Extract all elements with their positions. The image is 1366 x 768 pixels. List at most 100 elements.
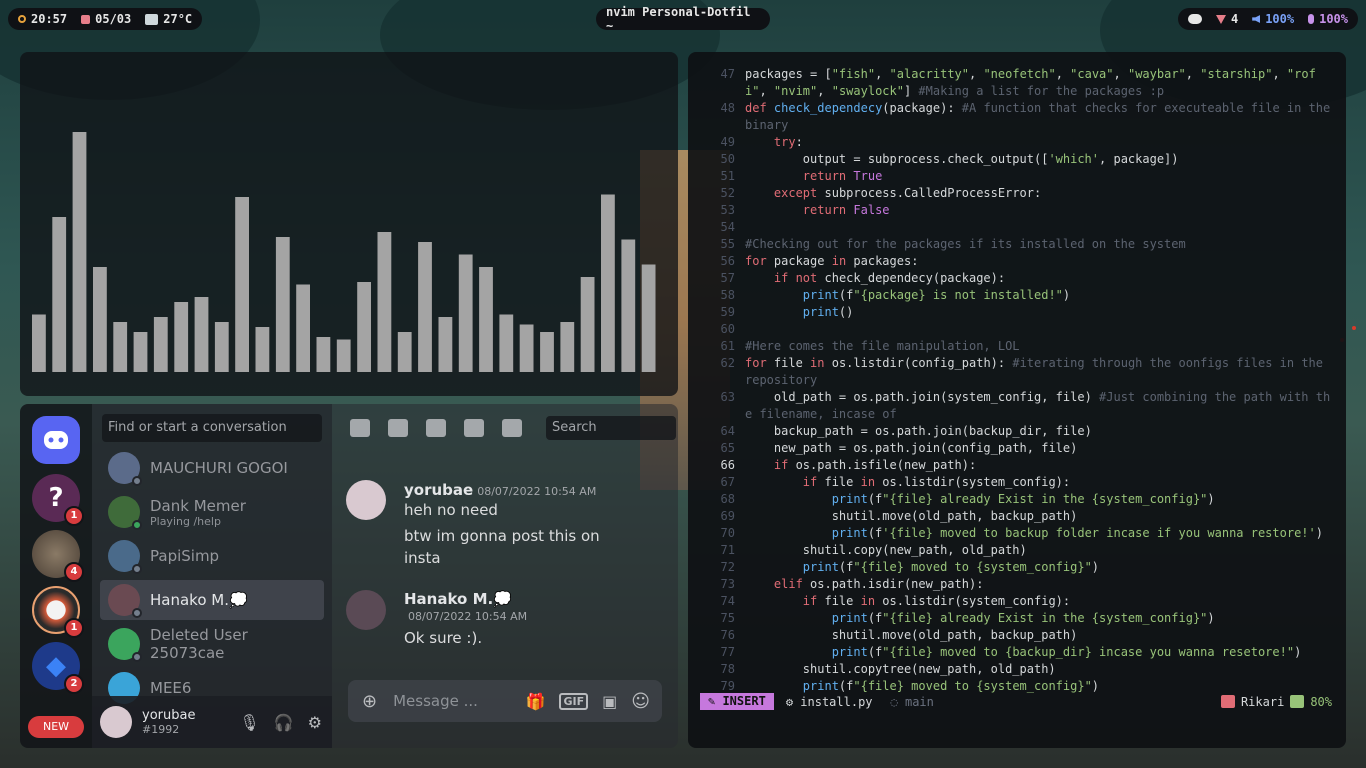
code-line[interactable]: 54	[698, 219, 1332, 236]
dm-search-input[interactable]: Find or start a conversation	[102, 414, 322, 442]
line-text: print(f"{package} is not installed!")	[802, 288, 1071, 302]
line-number: 66	[720, 458, 735, 472]
code-line[interactable]: 47 packages = ["fish", "alacritty", "neof…	[698, 66, 1332, 100]
visualizer-bar	[560, 322, 575, 372]
mode-indicator: ✎ INSERT	[700, 693, 774, 710]
code-line[interactable]: 66 if os.path.isfile(new_path):	[698, 457, 1332, 474]
code-line[interactable]: 78 shutil.copytree(new_path, old_path)	[698, 661, 1332, 678]
server-icon-3[interactable]: 1	[32, 586, 84, 638]
code-line[interactable]: 62 for file in os.listdir(config_path): #…	[698, 355, 1332, 389]
file-name: ⚙ install.py	[785, 694, 873, 709]
settings-gear-icon[interactable]: ⚙	[308, 713, 322, 732]
user-panel: yorubae #1992 🎙 🎧 ⚙	[92, 696, 332, 748]
code-line[interactable]: 59 print()	[698, 304, 1332, 321]
sticker-icon[interactable]: ▣	[602, 692, 617, 711]
line-text: shutil.move(old_path, backup_path)	[745, 509, 1078, 523]
message-author[interactable]: Hanako M.💭	[404, 590, 527, 608]
code-line[interactable]: 51 return True	[698, 168, 1332, 185]
server-icon-1[interactable]: ? 1	[32, 474, 84, 526]
line-number: 71	[720, 543, 735, 557]
downloads-widget[interactable]: 4	[1215, 12, 1238, 26]
code-line[interactable]: 77 print(f"{file} moved to {backup_dir} …	[698, 644, 1332, 661]
mic-widget[interactable]: 100%	[1308, 12, 1348, 26]
emoji-icon[interactable]: ☺	[631, 691, 650, 712]
code-line[interactable]: 67 if file in os.listdir(system_config):	[698, 474, 1332, 491]
dm-list: Find or start a conversation MAUCHURI GO…	[92, 404, 332, 748]
server-badge-3: 1	[64, 618, 84, 638]
line-text	[745, 321, 1332, 338]
dm-item[interactable]: PapiSimp	[100, 536, 324, 576]
visualizer-bar	[235, 197, 249, 372]
line-text: print(f"{file} moved to {system_config}"…	[802, 560, 1100, 574]
clock-widget[interactable]: 20:57	[18, 12, 67, 26]
microphone-icon[interactable]: 🎙	[239, 713, 259, 732]
headphones-icon[interactable]: 🎧	[274, 713, 294, 732]
code-line[interactable]: 49 try:	[698, 134, 1332, 151]
code-line[interactable]: 70 print(f'{file} moved to backup folder…	[698, 525, 1332, 542]
server-list: ? 1 4 1 ◆ 2 NEW	[20, 404, 92, 748]
code-line[interactable]: 52 except subprocess.CalledProcessError:	[698, 185, 1332, 202]
line-text: print()	[802, 305, 854, 319]
message-input[interactable]: Message ...	[393, 692, 525, 710]
pin-icon[interactable]	[426, 419, 446, 437]
clock-icon	[18, 15, 26, 23]
visualizer-bar	[52, 217, 67, 372]
date-widget[interactable]: 05/03	[81, 12, 131, 26]
discord-tray[interactable]	[1187, 14, 1202, 24]
window-title-widget[interactable]: nvim Personal-Dotfil ~	[596, 5, 770, 33]
code-line[interactable]: 72 print(f"{file} moved to {system_confi…	[698, 559, 1332, 576]
code-line[interactable]: 53 return False	[698, 202, 1332, 219]
server-icon-4[interactable]: ◆ 2	[32, 642, 84, 694]
code-buffer[interactable]: 47 packages = ["fish", "alacritty", "neof…	[698, 66, 1332, 695]
line-number: 59	[720, 305, 735, 319]
topbar-right: 4 100% 100%	[1177, 8, 1358, 30]
temperature-label: 27°C	[163, 12, 193, 26]
server-icon-2[interactable]: 4	[32, 530, 84, 582]
visualizer-bar	[296, 284, 310, 372]
code-line[interactable]: 64 backup_path = os.path.join(backup_dir…	[698, 423, 1332, 440]
new-unreads-pill[interactable]: NEW	[28, 716, 84, 738]
chat-search-input[interactable]: Search	[546, 416, 676, 440]
dm-item[interactable]: Hanako M.💭	[100, 580, 324, 620]
code-line[interactable]: 60	[698, 321, 1332, 338]
nvim-terminal[interactable]: 47 packages = ["fish", "alacritty", "neof…	[688, 52, 1346, 748]
code-line[interactable]: 56 for package in packages:	[698, 253, 1332, 270]
visualizer-bar	[621, 239, 636, 372]
message-avatar[interactable]	[346, 590, 386, 630]
user-profile-icon[interactable]	[502, 419, 522, 437]
code-line[interactable]: 61 #Here comes the file manipulation, LOL	[698, 338, 1332, 355]
line-number: 60	[720, 322, 735, 336]
weather-widget[interactable]: 27°C	[145, 12, 192, 26]
add-attachment-icon[interactable]: ⊕	[362, 691, 377, 712]
code-line[interactable]: 65 new_path = os.path.join(config_path, …	[698, 440, 1332, 457]
call-icon[interactable]	[350, 419, 370, 437]
code-line[interactable]: 68 print(f"{file} already Exist in the {…	[698, 491, 1332, 508]
visualizer-bar	[113, 322, 128, 372]
code-line[interactable]: 63 old_path = os.path.join(system_config…	[698, 389, 1332, 423]
message-author[interactable]: yorubae	[404, 481, 473, 499]
gift-icon[interactable]: 🎁	[526, 692, 546, 711]
message-avatar[interactable]	[346, 480, 386, 520]
code-line[interactable]: 58 print(f"{package} is not installed!")	[698, 287, 1332, 304]
code-line[interactable]: 57 if not check_dependecy(package):	[698, 270, 1332, 287]
code-line[interactable]: 69 shutil.move(old_path, backup_path)	[698, 508, 1332, 525]
visualizer-bar	[377, 232, 392, 372]
line-number: 73	[720, 577, 735, 591]
add-friend-icon[interactable]	[464, 419, 484, 437]
discord-home-button[interactable]	[32, 416, 80, 464]
user-avatar[interactable]	[100, 706, 132, 738]
volume-widget[interactable]: 100%	[1252, 12, 1294, 26]
code-line[interactable]: 75 print(f"{file} already Exist in the {…	[698, 610, 1332, 627]
gif-button[interactable]: GIF	[559, 692, 589, 710]
dm-item[interactable]: Dank Memer Playing /help	[100, 492, 324, 532]
code-line[interactable]: 74 if file in os.listdir(system_config):	[698, 593, 1332, 610]
code-line[interactable]: 73 elif os.path.isdir(new_path):	[698, 576, 1332, 593]
code-line[interactable]: 55 #Checking out for the packages if its …	[698, 236, 1332, 253]
video-call-icon[interactable]	[388, 419, 408, 437]
code-line[interactable]: 71 shutil.copy(new_path, old_path)	[698, 542, 1332, 559]
dm-item[interactable]: Deleted User 25073cae	[100, 624, 324, 664]
code-line[interactable]: 76 shutil.move(old_path, backup_path)	[698, 627, 1332, 644]
code-line[interactable]: 48 def check_dependecy(package): #A funct…	[698, 100, 1332, 134]
code-line[interactable]: 50 output = subprocess.check_output(['wh…	[698, 151, 1332, 168]
dm-item[interactable]: MAUCHURI GOGOI	[100, 448, 324, 488]
